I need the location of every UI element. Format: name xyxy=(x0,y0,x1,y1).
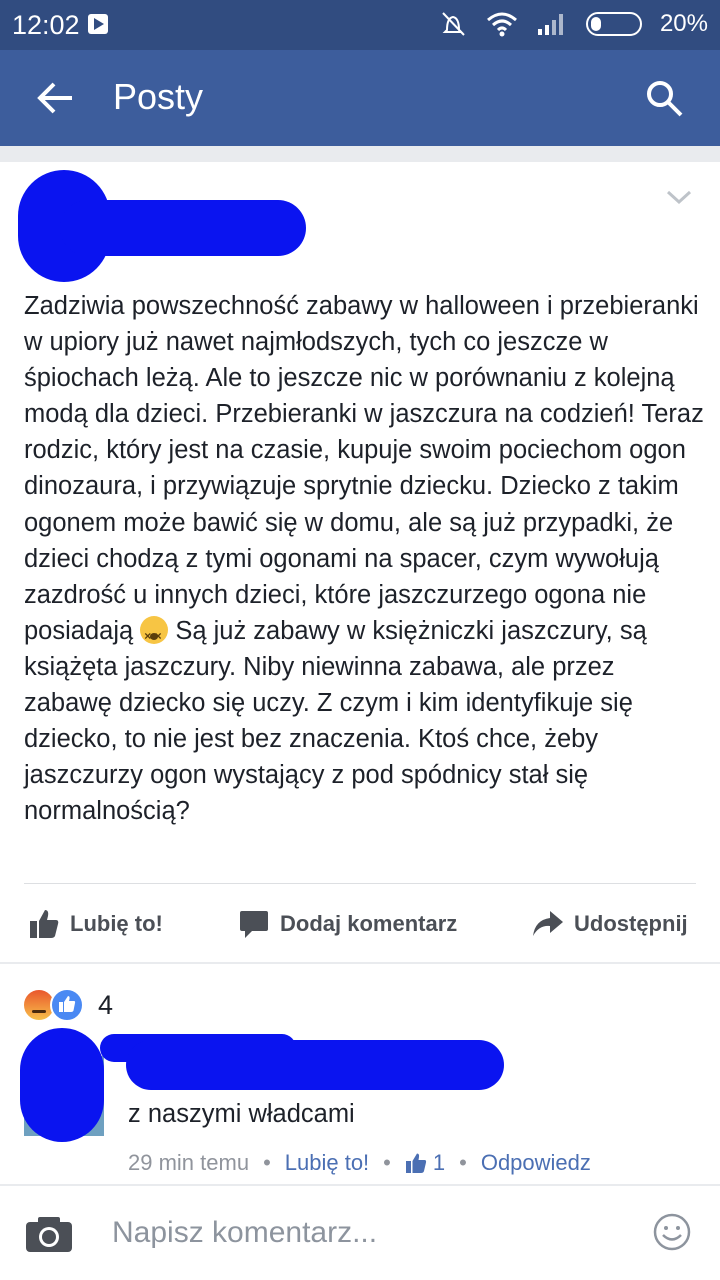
like-label: Lubię to! xyxy=(70,911,163,936)
comment-text: z naszymi władcami xyxy=(128,1100,355,1128)
comment-composer xyxy=(0,1186,720,1280)
camera-icon[interactable] xyxy=(24,1214,74,1254)
thumbs-up-icon xyxy=(405,1153,426,1173)
status-time: 12:02 xyxy=(12,10,80,40)
comment-like-link[interactable]: Lubię to! xyxy=(285,1150,369,1176)
like-button[interactable]: Lubię to! xyxy=(28,908,163,940)
author-name-redaction xyxy=(60,200,306,256)
back-arrow-icon[interactable] xyxy=(36,78,76,118)
share-arrow-icon xyxy=(533,911,563,936)
share-button[interactable]: Udostępnij xyxy=(532,908,688,940)
like-reaction-icon xyxy=(50,988,84,1022)
comment-input[interactable] xyxy=(112,1210,632,1256)
chevron-down-icon[interactable] xyxy=(664,186,694,208)
separator-dot: • xyxy=(263,1150,271,1175)
wifi-icon xyxy=(486,12,517,37)
post-text-part-2: Są już zabawy w księżniczki jaszczury, s… xyxy=(24,616,647,826)
dizzy-face-emoji-icon xyxy=(140,615,169,654)
system-icons: 20% xyxy=(438,10,708,38)
comment-meta: 29 min temu • Lubię to! • 1 • Odpowiedz xyxy=(128,1150,591,1176)
battery-icon xyxy=(585,12,642,36)
comment-label: Dodaj komentarz xyxy=(280,911,458,936)
battery-level: 20% xyxy=(659,10,708,37)
post-text-part-1: Zadziwia powszechność zabawy w halloween… xyxy=(24,292,704,645)
signal-icon xyxy=(537,14,563,35)
page-title: Posty xyxy=(113,76,204,117)
separator-dot: • xyxy=(459,1150,467,1175)
play-store-icon xyxy=(88,14,108,34)
comment-bubble-icon xyxy=(240,911,268,938)
commenter-name-redaction-2 xyxy=(126,1040,504,1090)
comment-time: 29 min temu xyxy=(128,1150,250,1175)
comment-like-count[interactable]: 1 xyxy=(433,1150,445,1176)
feed-gap xyxy=(0,146,720,162)
reaction-count: 4 xyxy=(98,989,114,1020)
post-body: Zadziwia powszechność zabawy w halloween… xyxy=(24,288,704,829)
post: Zadziwia powszechność zabawy w halloween… xyxy=(0,162,720,962)
share-label: Udostępnij xyxy=(574,911,688,936)
search-icon[interactable] xyxy=(644,78,684,118)
reactions-summary[interactable]: 4 xyxy=(22,988,113,1022)
post-actions: Lubię to! Dodaj komentarz Udostępnij xyxy=(0,884,720,960)
thumbs-up-icon xyxy=(30,910,59,938)
reply-link[interactable]: Odpowiedz xyxy=(481,1150,591,1176)
app-bar: Posty xyxy=(0,50,720,146)
status-bar: 12:02 20% xyxy=(0,0,720,50)
separator-dot: • xyxy=(383,1150,391,1175)
smiley-emoji-icon[interactable] xyxy=(652,1212,692,1252)
comment-button[interactable]: Dodaj komentarz xyxy=(238,908,457,940)
commenter-avatar-redaction xyxy=(20,1028,104,1142)
mute-icon xyxy=(442,12,465,36)
section-divider xyxy=(0,962,720,964)
